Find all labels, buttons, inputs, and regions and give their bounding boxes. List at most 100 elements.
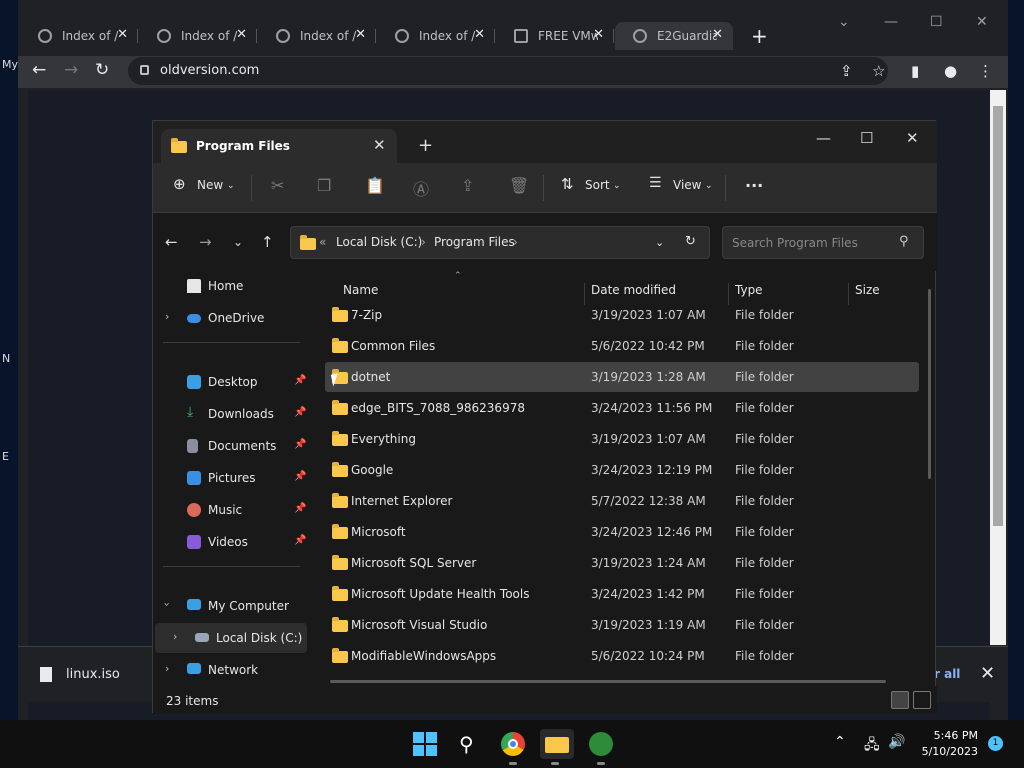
address-bar[interactable]: oldversion.com — [128, 57, 888, 85]
nav-item-music[interactable]: Music 📌 — [155, 495, 307, 525]
browser-tab[interactable]: Index of / ✕ — [377, 22, 495, 50]
breadcrumb-item[interactable]: Local Disk (C:) — [336, 235, 422, 249]
browser-tab[interactable]: Index of / ✕ — [139, 22, 257, 50]
nav-item-downloads[interactable]: ⤓ Downloads 📌 — [155, 399, 307, 429]
minimize-button[interactable]: — — [884, 14, 898, 30]
table-row[interactable]: Google 3/24/2023 12:19 PM File folder — [325, 455, 919, 485]
close-icon[interactable]: ✕ — [980, 663, 995, 684]
rename-icon[interactable]: Ⓐ — [413, 176, 429, 200]
pin-icon[interactable]: 📌 — [294, 439, 306, 450]
maximize-button[interactable]: ☐ — [860, 129, 873, 147]
chrome-app[interactable] — [498, 729, 528, 765]
new-button[interactable]: New — [197, 178, 223, 192]
browser-tab[interactable]: Index of / ✕ — [258, 22, 376, 50]
search-input[interactable]: Search Program Files ⚲ — [722, 226, 924, 259]
chevron-right-icon[interactable]: › — [513, 235, 518, 249]
back-button[interactable]: ← — [165, 233, 178, 251]
new-tab-button[interactable]: + — [418, 135, 433, 156]
cut-icon[interactable]: ✂ — [271, 176, 284, 195]
tiles-view-button[interactable] — [913, 691, 931, 709]
app-icon[interactable] — [586, 729, 616, 765]
column-size[interactable]: Size — [855, 283, 880, 297]
nav-item-my-computer[interactable]: › My Computer — [155, 591, 307, 621]
bookmark-star-icon[interactable]: ☆ — [872, 62, 885, 80]
browser-tab[interactable]: Index of / ✕ — [20, 22, 138, 50]
browser-tab[interactable]: FREE VMw ✕ — [496, 22, 614, 50]
forward-button[interactable]: → — [64, 60, 78, 80]
nav-item-videos[interactable]: Videos 📌 — [155, 527, 307, 557]
pin-icon[interactable]: 📌 — [294, 503, 306, 514]
desktop-icon-label[interactable]: My — [2, 58, 18, 71]
table-row[interactable]: Internet Explorer 5/7/2022 12:38 AM File f… — [325, 486, 919, 516]
pin-icon[interactable]: 📌 — [294, 535, 306, 546]
table-row[interactable]: Everything 3/19/2023 1:07 AM File folder — [325, 424, 919, 454]
chevron-down-icon[interactable]: › — [161, 602, 174, 606]
nav-item-onedrive[interactable]: › OneDrive — [155, 303, 307, 333]
more-options-button[interactable]: ... — [745, 172, 763, 191]
pin-icon[interactable]: 📌 — [294, 407, 306, 418]
close-window-button[interactable]: ✕ — [976, 14, 988, 30]
copy-icon[interactable]: ❐ — [317, 176, 331, 195]
table-row[interactable]: Microsoft SQL Server 3/19/2023 1:24 AM Fil… — [325, 548, 919, 578]
file-explorer-app[interactable] — [540, 729, 574, 765]
table-row[interactable]: Microsoft Update Health Tools 3/24/2023 1… — [325, 579, 919, 609]
scrollbar[interactable] — [330, 680, 886, 683]
nav-item-pictures[interactable]: Pictures 📌 — [155, 463, 307, 493]
close-icon[interactable]: ✕ — [236, 27, 247, 42]
nav-item-network[interactable]: › Network — [155, 655, 307, 685]
sort-button[interactable]: Sort — [585, 178, 610, 192]
back-button[interactable]: ← — [32, 60, 46, 80]
breadcrumb-item[interactable]: Program Files — [434, 235, 515, 249]
close-icon[interactable]: ✕ — [593, 27, 604, 42]
delete-icon[interactable]: 🗑 — [509, 176, 529, 195]
table-row[interactable]: ModifiableWindowsApps 5/6/2022 10:24 PM Fi… — [325, 641, 919, 671]
forward-button[interactable]: → — [199, 233, 212, 251]
table-row[interactable]: dotnet 3/19/2023 1:28 AM File folder — [325, 362, 919, 392]
scrollbar-thumb[interactable] — [993, 106, 1003, 526]
breadcrumb-overflow[interactable]: « — [319, 235, 326, 249]
table-row[interactable]: 7-Zip 3/19/2023 1:07 AM File folder — [325, 300, 919, 330]
minimize-button[interactable]: — — [816, 129, 831, 147]
share-icon[interactable]: ⇪ — [840, 62, 853, 80]
close-icon[interactable]: ✕ — [373, 136, 386, 154]
column-type[interactable]: Type — [735, 283, 763, 297]
new-tab-button[interactable]: + — [751, 24, 768, 48]
network-icon[interactable]: 🖧 — [864, 734, 880, 758]
url-text[interactable]: oldversion.com — [160, 63, 259, 78]
clock[interactable]: 5:46 PM 5/10/2023 — [920, 728, 978, 760]
table-row[interactable]: Microsoft Visual Studio 3/19/2023 1:19 AM… — [325, 610, 919, 640]
breadcrumb[interactable]: « Local Disk (C:) › Program Files › ⌄ ↻ — [290, 226, 710, 259]
search-button[interactable]: ⚲ — [454, 729, 484, 759]
browser-tab-active[interactable]: E2Guardia ✕ — [615, 22, 733, 50]
explorer-tab[interactable]: Program Files ✕ — [161, 129, 397, 163]
column-name[interactable]: Name — [343, 283, 378, 297]
volume-icon[interactable]: 🔊 — [888, 734, 905, 750]
close-icon[interactable]: ✕ — [712, 27, 723, 42]
side-panel-icon[interactable]: ▮ — [911, 62, 919, 80]
nav-item-home[interactable]: Home — [155, 271, 307, 301]
table-row[interactable]: Common Files 5/6/2022 10:42 PM File folder — [325, 331, 919, 361]
paste-icon[interactable]: 📋 — [365, 176, 385, 195]
recent-locations-button[interactable]: ⌄ — [233, 235, 243, 249]
table-row[interactable]: Microsoft 3/24/2023 12:46 PM File folder — [325, 517, 919, 547]
scrollbar[interactable] — [990, 90, 1006, 645]
pin-icon[interactable]: 📌 — [294, 375, 306, 386]
refresh-icon[interactable]: ↻ — [685, 234, 696, 249]
view-button[interactable]: View — [673, 178, 701, 192]
menu-icon[interactable]: ⋮ — [978, 62, 993, 80]
show-all-link[interactable]: r all — [934, 667, 960, 681]
scrollbar[interactable] — [928, 289, 931, 479]
chevron-down-icon[interactable]: ⌄ — [655, 236, 664, 249]
chevron-up-icon[interactable]: ⌃ — [834, 734, 846, 750]
chevron-down-icon[interactable]: ⌄ — [838, 14, 850, 30]
download-filename[interactable]: linux.iso — [66, 667, 120, 682]
reload-button[interactable]: ↻ — [95, 60, 109, 80]
column-date[interactable]: Date modified — [591, 283, 676, 297]
close-icon[interactable]: ✕ — [355, 27, 366, 42]
nav-item-desktop[interactable]: Desktop 📌 — [155, 367, 307, 397]
nav-item-local-disk[interactable]: › Local Disk (C:) — [155, 623, 307, 653]
desktop-icon-label[interactable]: N — [2, 352, 10, 365]
close-icon[interactable]: ✕ — [474, 27, 485, 42]
desktop-icon-label[interactable]: E — [2, 450, 9, 463]
chevron-right-icon[interactable]: › — [173, 630, 177, 643]
